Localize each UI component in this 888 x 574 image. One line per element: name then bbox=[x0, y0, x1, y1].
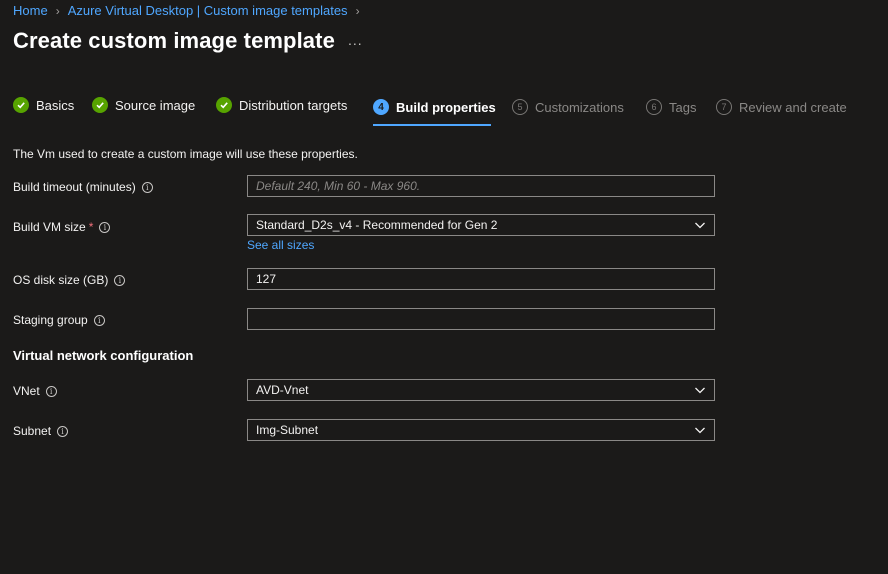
intro-text: The Vm used to create a custom image wil… bbox=[13, 147, 358, 161]
staging-group-label: Staging group i bbox=[13, 313, 105, 327]
step-label: Build properties bbox=[396, 99, 496, 115]
info-icon[interactable]: i bbox=[141, 181, 153, 193]
info-icon[interactable]: i bbox=[45, 385, 57, 397]
vnet-value: AVD-Vnet bbox=[256, 383, 309, 397]
check-icon bbox=[92, 97, 108, 113]
check-icon bbox=[216, 97, 232, 113]
vnet-label: VNet i bbox=[13, 384, 57, 398]
os-disk-size-label: OS disk size (GB) i bbox=[13, 273, 126, 287]
step-customizations[interactable]: 5 Customizations bbox=[512, 99, 624, 115]
os-disk-size-input[interactable]: 127 bbox=[247, 268, 715, 290]
info-icon[interactable]: i bbox=[57, 425, 69, 437]
os-disk-size-value: 127 bbox=[256, 272, 277, 286]
field-label: OS disk size (GB) bbox=[13, 273, 109, 287]
subnet-dropdown[interactable]: Img-Subnet bbox=[247, 419, 715, 441]
step-label: Customizations bbox=[535, 99, 624, 115]
breadcrumb: Home › Azure Virtual Desktop | Custom im… bbox=[13, 3, 368, 18]
subnet-label: Subnet i bbox=[13, 424, 69, 438]
step-number-icon: 5 bbox=[512, 99, 528, 115]
info-icon[interactable]: i bbox=[93, 314, 105, 326]
more-options-icon[interactable]: ... bbox=[348, 32, 363, 48]
field-label: Build VM size bbox=[13, 220, 86, 234]
info-icon[interactable]: i bbox=[114, 274, 126, 286]
required-marker: * bbox=[88, 220, 94, 234]
breadcrumb-custom-image-templates[interactable]: Azure Virtual Desktop | Custom image tem… bbox=[68, 3, 348, 18]
step-label: Review and create bbox=[739, 99, 847, 115]
virtual-network-heading: Virtual network configuration bbox=[13, 348, 194, 363]
build-vm-size-value: Standard_D2s_v4 - Recommended for Gen 2 bbox=[256, 218, 498, 232]
step-number-icon: 4 bbox=[373, 99, 389, 115]
step-tags[interactable]: 6 Tags bbox=[646, 99, 696, 115]
step-source-image[interactable]: Source image bbox=[92, 97, 195, 113]
chevron-down-icon bbox=[695, 427, 705, 434]
field-label: Subnet bbox=[13, 424, 52, 438]
field-label: Staging group bbox=[13, 313, 88, 327]
step-label: Distribution targets bbox=[239, 97, 348, 113]
step-label: Tags bbox=[669, 99, 697, 115]
step-build-properties[interactable]: 4 Build properties bbox=[373, 99, 496, 115]
build-vm-size-dropdown[interactable]: Standard_D2s_v4 - Recommended for Gen 2 bbox=[247, 214, 715, 236]
page-title: Create custom image template bbox=[13, 28, 335, 53]
build-timeout-input[interactable]: Default 240, Min 60 - Max 960. bbox=[247, 175, 715, 197]
step-label: Source image bbox=[115, 97, 196, 113]
see-all-sizes-link[interactable]: See all sizes bbox=[247, 238, 314, 252]
info-icon[interactable]: i bbox=[99, 221, 111, 233]
step-review-and-create[interactable]: 7 Review and create bbox=[716, 99, 847, 115]
active-step-indicator bbox=[373, 124, 491, 126]
breadcrumb-separator-icon: › bbox=[355, 3, 360, 18]
breadcrumb-home[interactable]: Home bbox=[13, 3, 48, 18]
staging-group-input[interactable] bbox=[247, 308, 715, 330]
build-timeout-placeholder: Default 240, Min 60 - Max 960. bbox=[256, 179, 421, 193]
field-label: VNet bbox=[13, 384, 40, 398]
breadcrumb-separator-icon: › bbox=[55, 3, 60, 18]
vnet-dropdown[interactable]: AVD-Vnet bbox=[247, 379, 715, 401]
build-timeout-label: Build timeout (minutes) i bbox=[13, 180, 153, 194]
check-icon bbox=[13, 97, 29, 113]
create-image-template-page: Home › Azure Virtual Desktop | Custom im… bbox=[0, 0, 888, 574]
step-basics[interactable]: Basics bbox=[13, 97, 74, 113]
step-number-icon: 7 bbox=[716, 99, 732, 115]
subnet-value: Img-Subnet bbox=[256, 423, 319, 437]
step-label: Basics bbox=[36, 97, 75, 113]
step-number-icon: 6 bbox=[646, 99, 662, 115]
chevron-down-icon bbox=[695, 387, 705, 394]
step-distribution-targets[interactable]: Distribution targets bbox=[216, 97, 347, 113]
field-label: Build timeout (minutes) bbox=[13, 180, 136, 194]
chevron-down-icon bbox=[695, 222, 705, 229]
build-vm-size-label: Build VM size * i bbox=[13, 220, 111, 234]
